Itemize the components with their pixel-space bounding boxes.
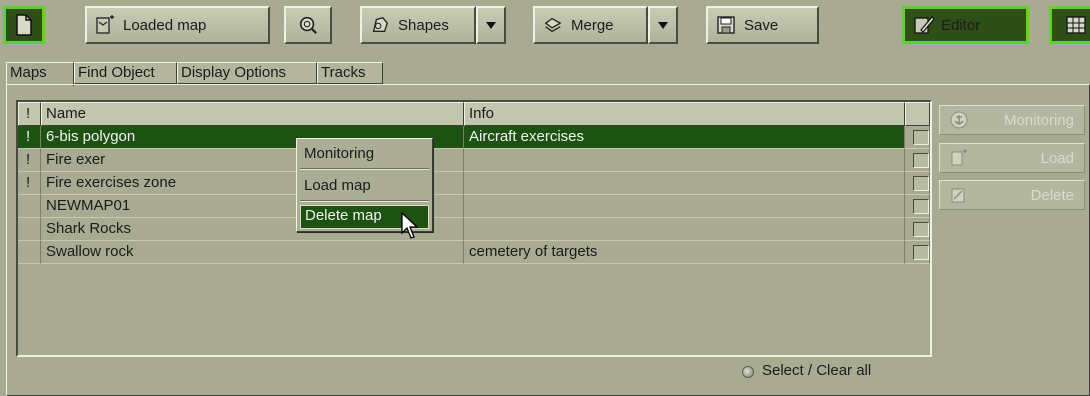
row-check-cell (905, 195, 930, 218)
dropdown-arrow-icon (486, 17, 496, 34)
row-flag (18, 195, 41, 218)
row-info: cemetery of targets (464, 241, 905, 264)
editor-label: Editor (941, 16, 981, 34)
table-row[interactable]: NEWMAP01 (18, 195, 930, 218)
row-flag: ! (18, 149, 41, 172)
load-label: Load (1040, 149, 1074, 167)
shapes-dropdown-button[interactable] (476, 6, 506, 44)
row-flag (18, 218, 41, 241)
editor-pencil-icon (913, 14, 935, 36)
merge-label: Merge (571, 16, 614, 34)
merge-button[interactable]: Merge (533, 6, 648, 44)
loaded-map-label: Loaded map (123, 16, 207, 34)
row-checkbox[interactable] (913, 130, 929, 145)
save-button[interactable]: Save (706, 6, 819, 44)
table-row[interactable]: ! Fire exer (18, 149, 930, 172)
row-checkbox[interactable] (913, 245, 929, 260)
editor-button[interactable]: Editor (902, 6, 1029, 44)
save-label: Save (744, 16, 779, 34)
row-checkbox[interactable] (913, 222, 929, 237)
tab-display-options[interactable]: Display Options (177, 62, 317, 84)
delete-label: Delete (1030, 186, 1074, 204)
tab-find-object[interactable]: Find Object (74, 62, 177, 84)
floppy-disk-icon (716, 15, 736, 35)
row-check-cell (905, 126, 930, 149)
column-header-name[interactable]: Name (41, 102, 464, 126)
find-button[interactable] (284, 6, 332, 44)
column-header-check[interactable] (905, 102, 930, 126)
map-load-icon (95, 15, 115, 35)
dropdown-arrow-icon (658, 17, 668, 34)
mouse-cursor-icon (401, 211, 421, 240)
monitoring-button[interactable]: Monitoring (939, 105, 1085, 135)
menu-separator (300, 168, 429, 170)
new-map-button[interactable] (3, 6, 45, 44)
table-row[interactable]: ! 6-bis polygon Aircraft exercises (18, 126, 930, 149)
select-clear-all-radio[interactable] (742, 366, 754, 378)
table-row[interactable]: Swallow rock cemetery of targets (18, 241, 930, 264)
loaded-map-button[interactable]: Loaded map (85, 6, 270, 44)
row-info (464, 149, 905, 172)
map-load-icon (950, 149, 974, 167)
delete-map-icon (950, 186, 974, 204)
shapes-icon (370, 15, 390, 35)
merge-icon (543, 15, 563, 35)
row-checkbox[interactable] (913, 199, 929, 214)
row-flag (18, 241, 41, 264)
row-checkbox[interactable] (913, 153, 929, 168)
tab-maps[interactable]: Maps (6, 62, 74, 86)
new-document-icon (14, 13, 34, 37)
column-header-flag[interactable]: ! (18, 102, 41, 126)
monitoring-label: Monitoring (1003, 111, 1074, 129)
toolbar: Loaded map Shapes Merge Save Editor (0, 0, 1090, 52)
menu-item-load-map[interactable]: Load map (300, 174, 429, 198)
row-check-cell (905, 172, 930, 195)
row-info: Aircraft exercises (464, 126, 905, 149)
tab-tracks[interactable]: Tracks (317, 62, 383, 84)
anchor-icon (950, 111, 974, 129)
merge-dropdown-button[interactable] (648, 6, 678, 44)
row-flag: ! (18, 172, 41, 195)
row-name: Swallow rock (41, 241, 464, 264)
row-check-cell (905, 149, 930, 172)
row-info (464, 195, 905, 218)
select-clear-all-label[interactable]: Select / Clear all (762, 362, 871, 379)
row-info (464, 218, 905, 241)
shapes-label: Shapes (398, 16, 449, 34)
magnifier-icon (298, 15, 318, 35)
row-flag: ! (18, 126, 41, 149)
row-check-cell (905, 241, 930, 264)
grid-view-button[interactable] (1049, 6, 1090, 44)
row-check-cell (905, 218, 930, 241)
row-checkbox[interactable] (913, 176, 929, 191)
grid-table-icon (1066, 15, 1086, 35)
row-info (464, 172, 905, 195)
load-button[interactable]: Load (939, 143, 1085, 173)
menu-item-monitoring[interactable]: Monitoring (300, 142, 429, 166)
menu-separator (300, 200, 429, 202)
table-row[interactable]: Shark Rocks (18, 218, 930, 241)
delete-button[interactable]: Delete (939, 180, 1085, 210)
table-row[interactable]: ! Fire exercises zone (18, 172, 930, 195)
column-header-info[interactable]: Info (464, 102, 905, 126)
maps-table: ! Name Info ! 6-bis polygon Aircraft exe… (16, 100, 932, 357)
shapes-button[interactable]: Shapes (360, 6, 476, 44)
